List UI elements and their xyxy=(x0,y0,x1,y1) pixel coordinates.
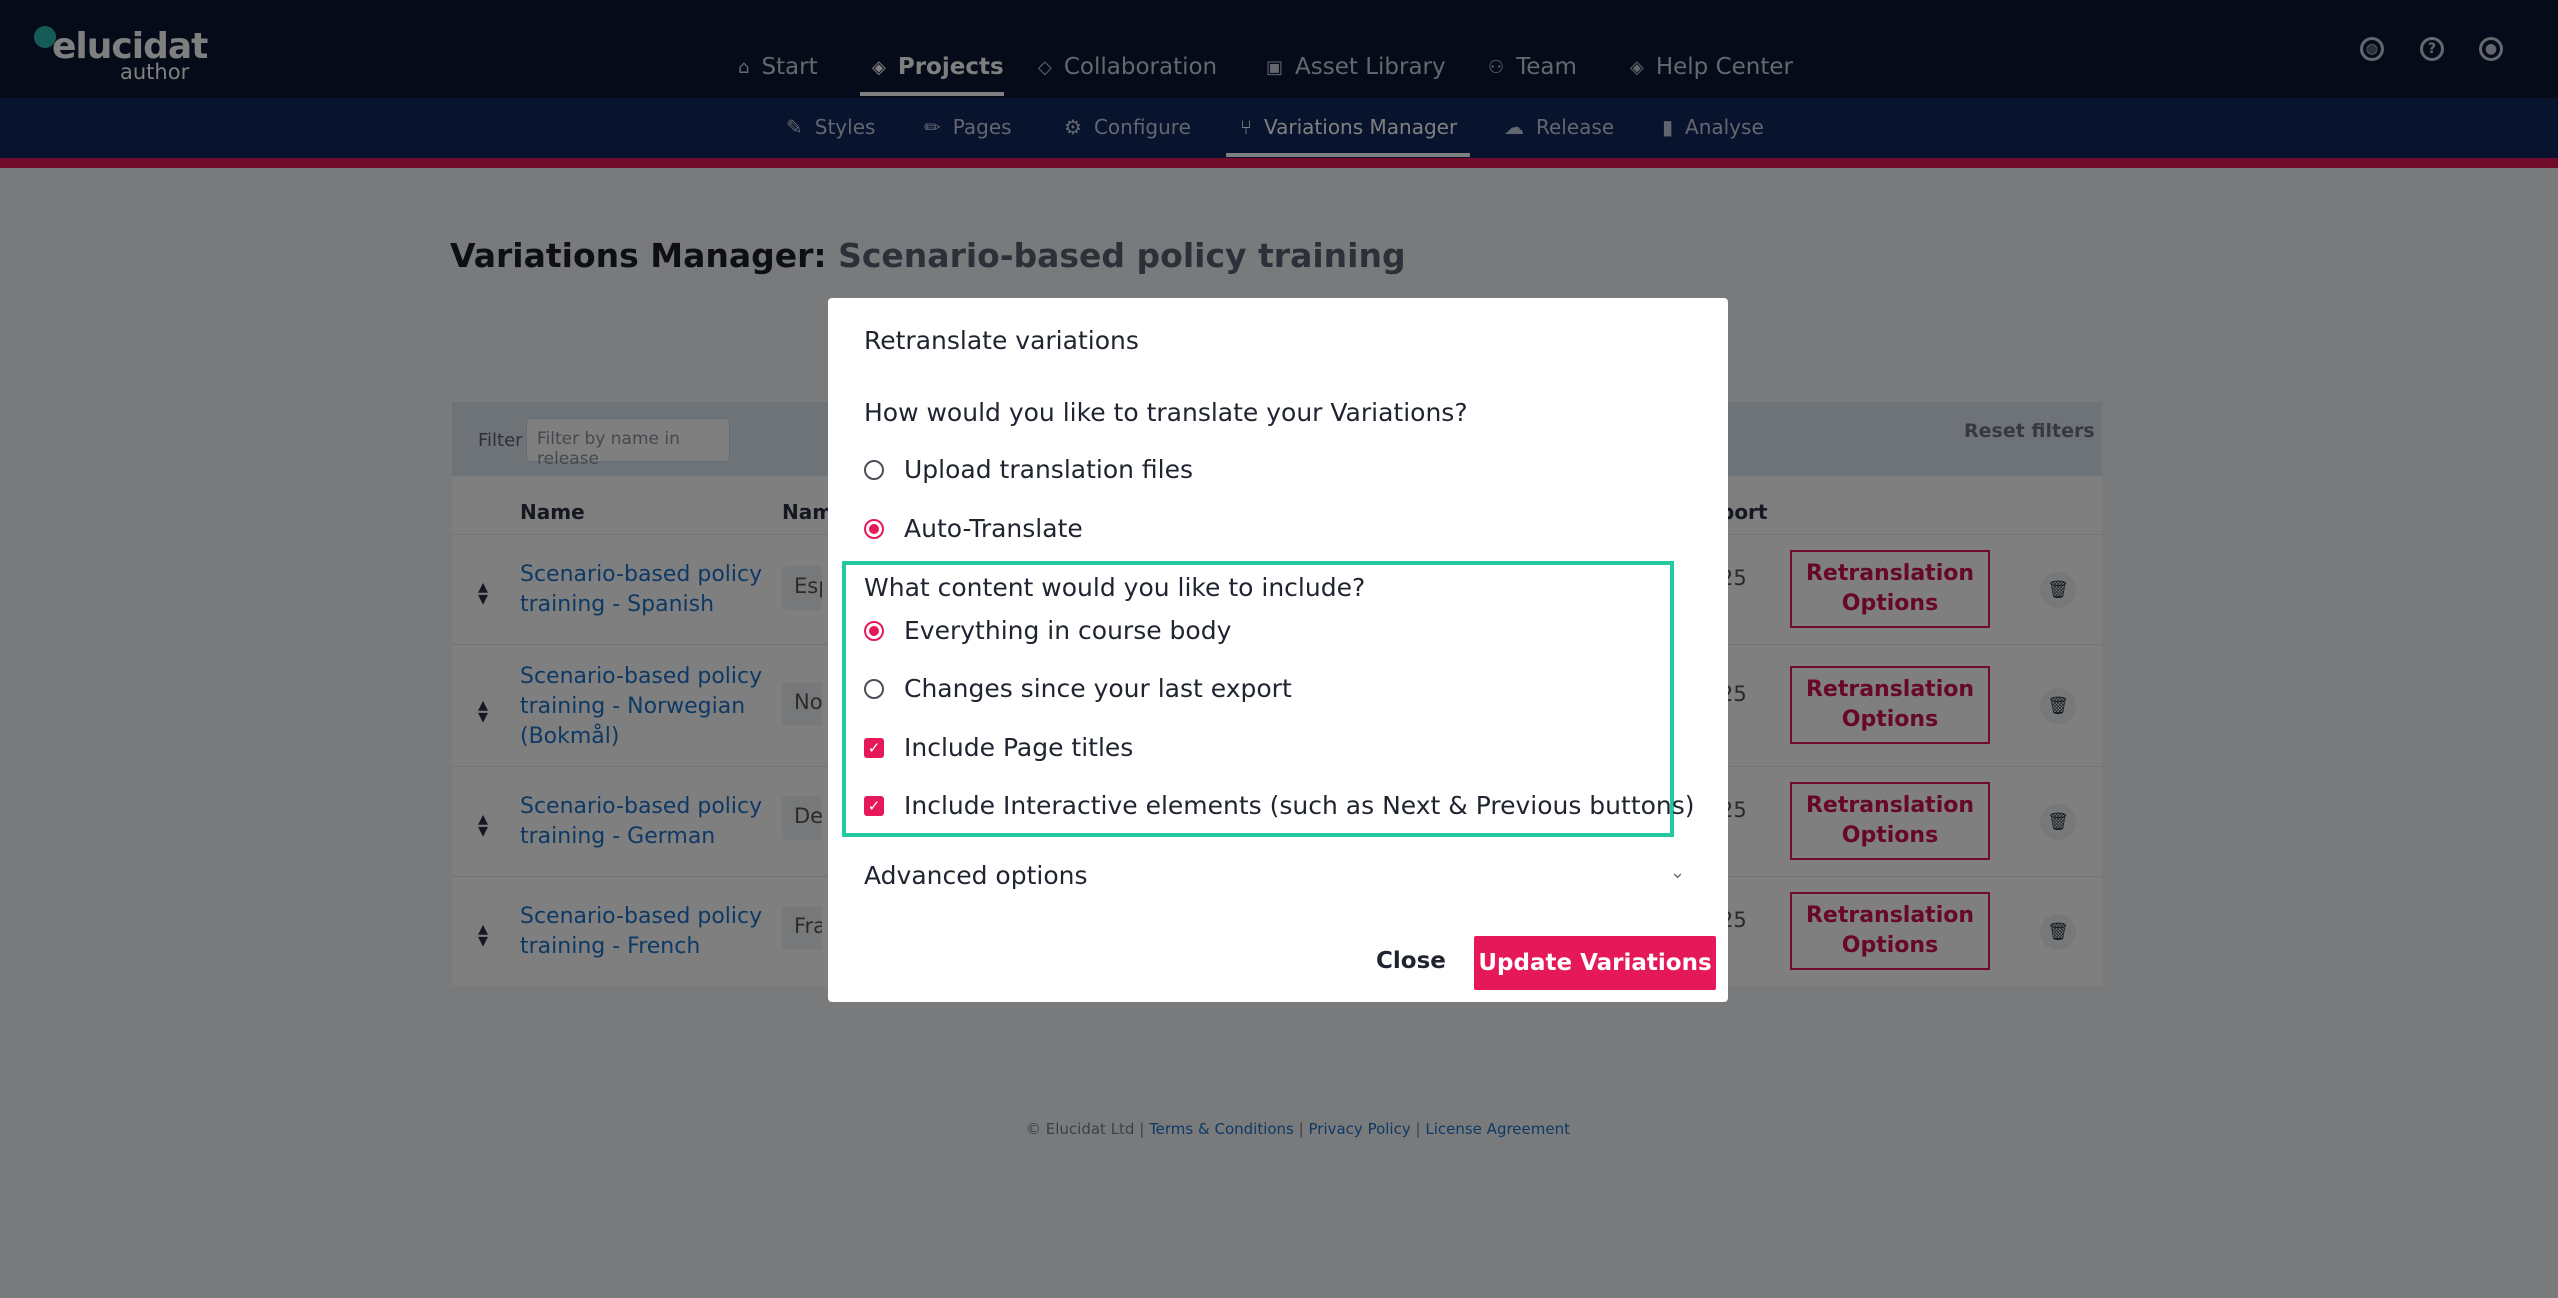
option-changes-since-last-export[interactable]: Changes since your last export xyxy=(864,674,1292,703)
checkbox-interactive[interactable]: ✓ xyxy=(864,795,884,816)
option-everything-in-course-body[interactable]: Everything in course body xyxy=(864,616,1231,645)
checkbox-include-interactive-elements[interactable]: ✓ Include Interactive elements (such as … xyxy=(864,791,1695,820)
option-upload-translation-files[interactable]: Upload translation files xyxy=(864,455,1193,484)
radio-changes[interactable] xyxy=(864,678,884,699)
radio-auto-translate[interactable] xyxy=(864,518,884,539)
update-variations-button[interactable]: Update Variations xyxy=(1474,936,1716,990)
chevron-down-icon[interactable]: ⌄ xyxy=(1670,862,1685,883)
radio-upload[interactable] xyxy=(864,459,884,480)
option-everything-label: Everything in course body xyxy=(904,616,1232,645)
option-auto-translate[interactable]: Auto-Translate xyxy=(864,514,1083,543)
close-button[interactable]: Close xyxy=(1376,948,1446,974)
radio-everything[interactable] xyxy=(864,620,884,641)
option-upload-label: Upload translation files xyxy=(904,455,1194,484)
advanced-options-toggle[interactable]: Advanced options xyxy=(864,861,1088,890)
content-include-question: What content would you like to include? xyxy=(864,573,1366,602)
checkbox-page-titles[interactable]: ✓ xyxy=(864,737,884,758)
option-auto-label: Auto-Translate xyxy=(904,514,1083,543)
option-changes-label: Changes since your last export xyxy=(904,674,1292,703)
checkbox-interactive-label: Include Interactive elements (such as Ne… xyxy=(904,791,1695,820)
checkbox-include-page-titles[interactable]: ✓ Include Page titles xyxy=(864,733,1133,762)
modal-title: Retranslate variations xyxy=(864,326,1139,355)
checkbox-page-titles-label: Include Page titles xyxy=(904,733,1134,762)
translate-method-question: How would you like to translate your Var… xyxy=(864,398,1468,427)
app-window: elucidat author ⌂ Start ◈ Projects ◇ Col… xyxy=(0,0,2558,1298)
